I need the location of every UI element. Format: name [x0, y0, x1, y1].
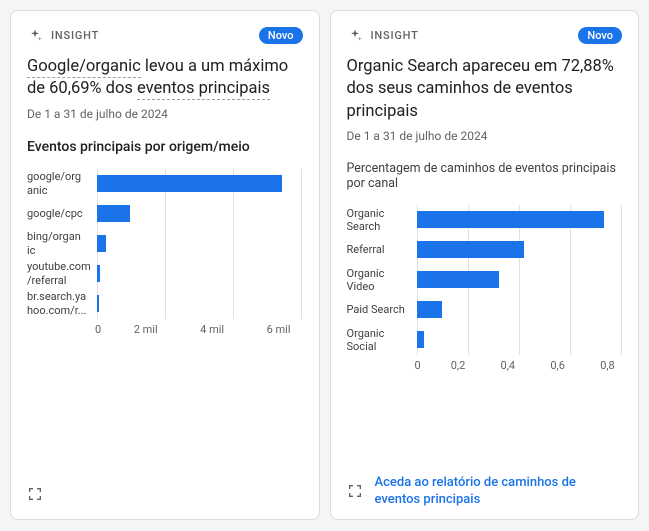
category-label: Organic Search: [347, 207, 417, 233]
chart-row: Organic Video: [347, 265, 623, 295]
bar: [417, 271, 499, 288]
bar: [417, 301, 443, 318]
insight-card: INSIGHT Novo Organic Search apareceu em …: [330, 10, 640, 520]
insight-tag: INSIGHT: [27, 28, 99, 44]
expand-icon[interactable]: [347, 483, 363, 499]
card-header: INSIGHT Novo: [347, 27, 623, 44]
card-footer: Aceda ao relatório de caminhos de evento…: [347, 460, 623, 509]
chart-row: google/cpc: [27, 199, 303, 229]
card-header: INSIGHT Novo: [27, 27, 303, 44]
category-label: br.search.ya hoo.com/r...: [27, 290, 97, 316]
insight-label: INSIGHT: [371, 29, 419, 42]
chart-row: google/org anic: [27, 169, 303, 199]
axis-tick: 0: [95, 323, 101, 336]
axis-tick: 0,8: [600, 359, 615, 372]
chart-title: Percentagem de caminhos de eventos princ…: [347, 161, 623, 191]
chart-row: Referral: [347, 235, 623, 265]
card-title: Organic Search apareceu em 72,88% dos se…: [347, 56, 623, 123]
category-label: Paid Search: [347, 303, 417, 316]
report-link[interactable]: Aceda ao relatório de caminhos de evento…: [375, 474, 623, 509]
new-badge: Novo: [578, 27, 622, 44]
card-title: Google/organic levou a um máximo de 60,6…: [27, 56, 303, 101]
axis-tick: 0,4: [501, 359, 516, 372]
axis-tick: 0,2: [451, 359, 466, 372]
chart-row: br.search.ya hoo.com/r...: [27, 289, 303, 319]
expand-icon[interactable]: [27, 486, 43, 502]
axis-tick: 4 mil: [200, 323, 224, 336]
category-label: Organic Social: [347, 327, 417, 353]
insight-label: INSIGHT: [51, 29, 99, 42]
axis-tick: 0: [415, 359, 421, 372]
chart-title: Eventos principais por origem/meio: [27, 139, 303, 155]
card-footer: [27, 465, 303, 509]
sparkle-icon: [347, 28, 363, 44]
chart-row: Organic Social: [347, 325, 623, 355]
chart-row: Paid Search: [347, 295, 623, 325]
axis-tick: 2 mil: [134, 323, 158, 336]
category-label: bing/organ ic: [27, 230, 97, 256]
bar: [97, 265, 100, 282]
date-range: De 1 a 31 de julho de 2024: [27, 107, 303, 121]
bar: [97, 175, 282, 192]
axis-tick: 6 mil: [267, 323, 291, 336]
category-label: Referral: [347, 243, 417, 256]
bar: [97, 205, 130, 222]
category-label: google/org anic: [27, 170, 97, 196]
insight-tag: INSIGHT: [347, 28, 419, 44]
bar-chart: google/org anic google/cpc bing/organ ic yo…: [27, 169, 303, 336]
category-label: Organic Video: [347, 267, 417, 293]
bar-chart: Organic Search Referral Organic Video Paid …: [347, 205, 623, 372]
chart-row: youtube.com /referral: [27, 259, 303, 289]
bar: [97, 235, 106, 252]
date-range: De 1 a 31 de julho de 2024: [347, 129, 623, 143]
category-label: youtube.com /referral: [27, 260, 97, 286]
insight-card: INSIGHT Novo Google/organic levou a um m…: [10, 10, 320, 520]
sparkle-icon: [27, 28, 43, 44]
bar: [417, 331, 425, 348]
chart-row: Organic Search: [347, 205, 623, 235]
chart-row: bing/organ ic: [27, 229, 303, 259]
axis-tick: 0,6: [550, 359, 565, 372]
bar: [97, 295, 99, 312]
bar: [417, 211, 605, 228]
new-badge: Novo: [259, 27, 303, 44]
bar: [417, 241, 525, 258]
category-label: google/cpc: [27, 207, 97, 220]
